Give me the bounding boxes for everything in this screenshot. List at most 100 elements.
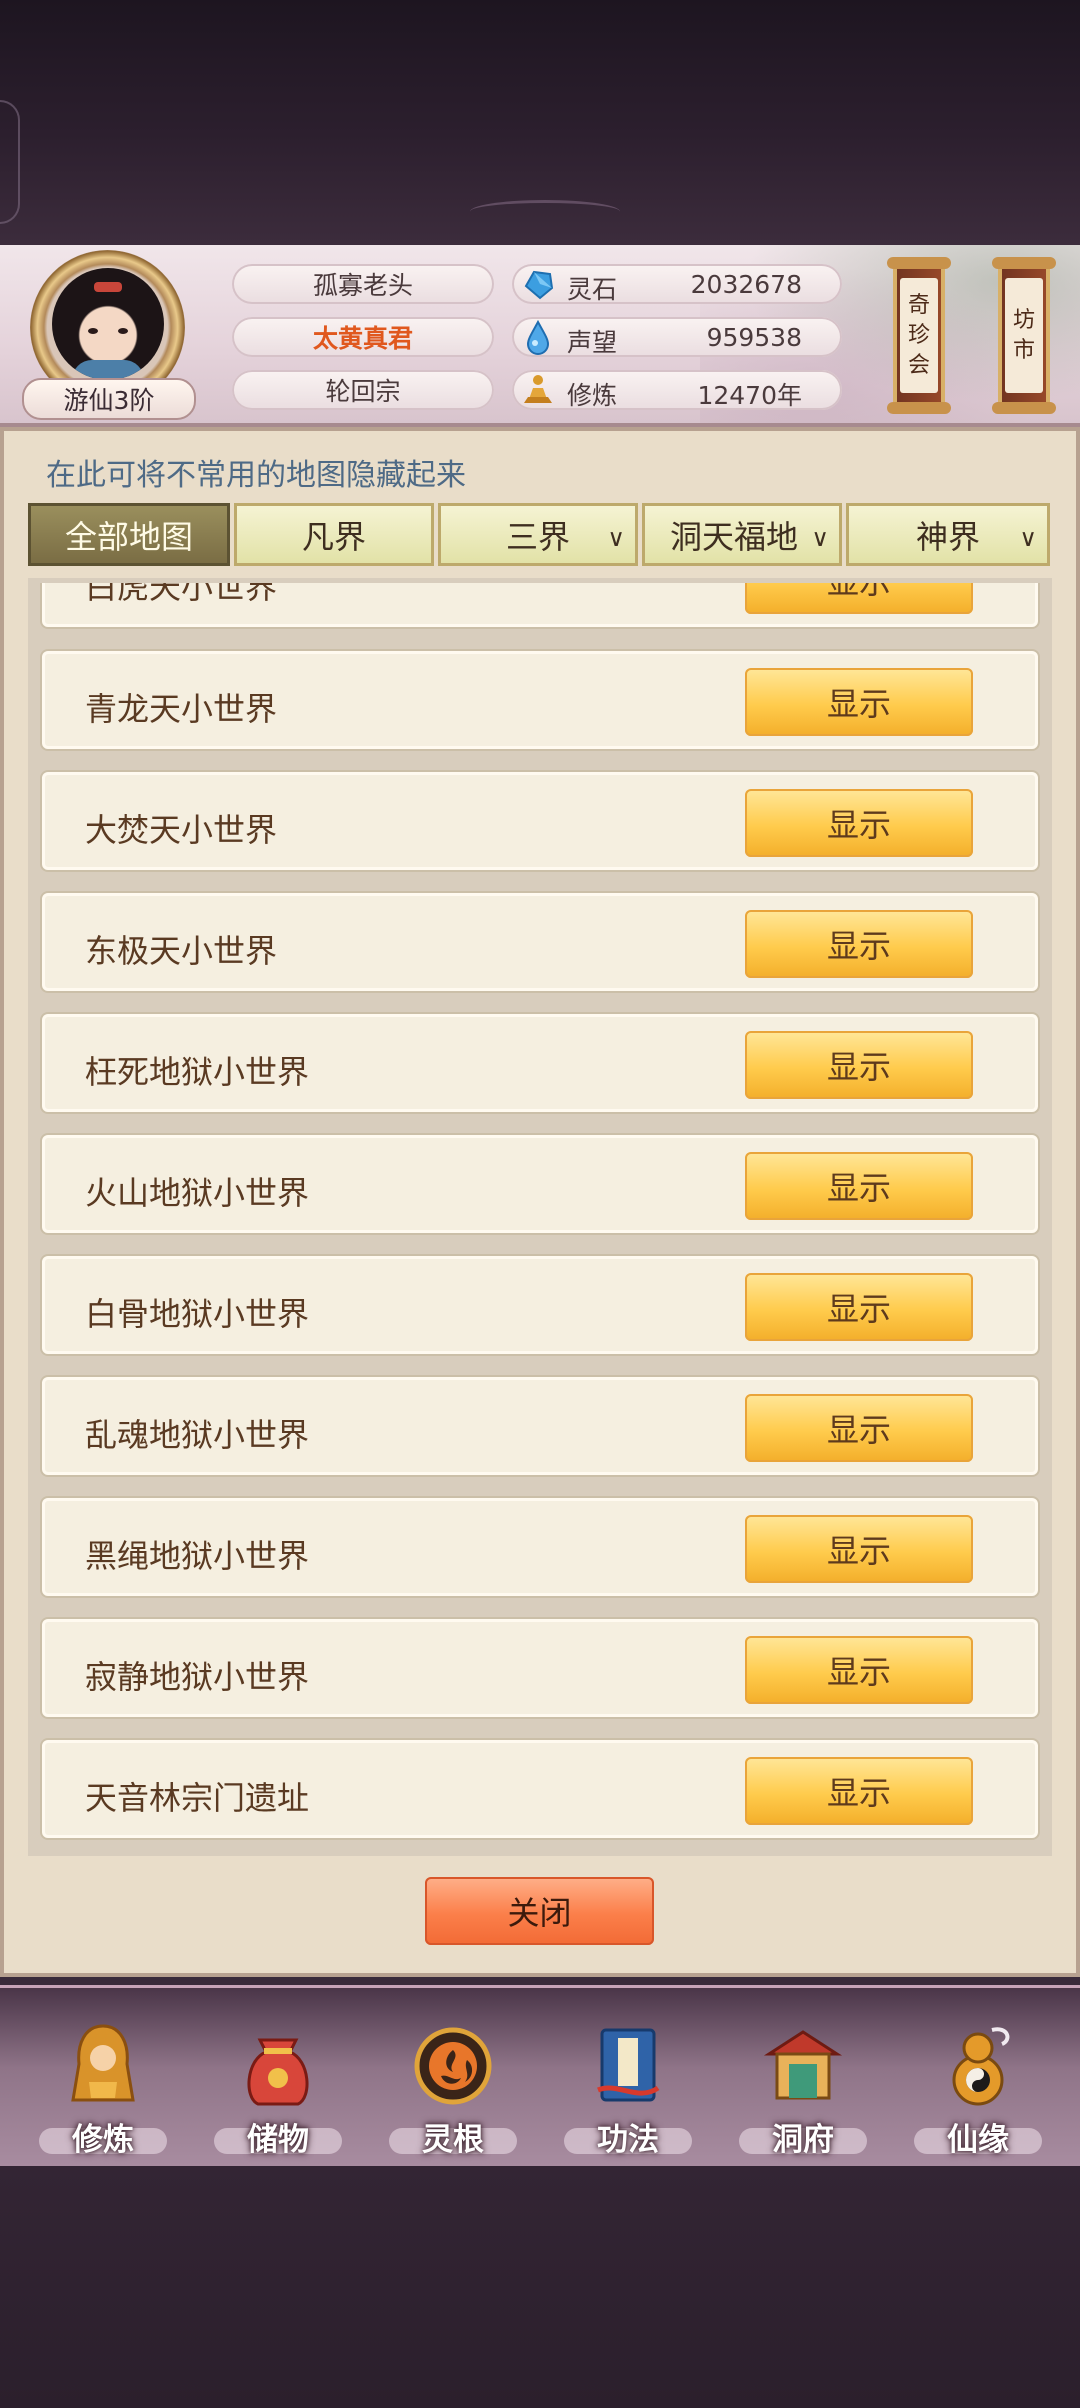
map-name: 青龙天小世界: [85, 690, 278, 728]
nav-label: 储物: [247, 2122, 309, 2158]
scroll-cap: [887, 257, 951, 269]
map-name: 乱魂地狱小世界: [85, 1416, 310, 1454]
list-item: 白虎天小世界 显示: [42, 583, 1038, 627]
meditation-icon: [524, 375, 552, 403]
avatar[interactable]: [52, 268, 164, 380]
nav-label: 仙缘: [947, 2122, 1009, 2158]
show-button[interactable]: 显示: [745, 1394, 973, 1462]
rank-badge: 游仙3阶: [22, 378, 196, 420]
chevron-down-icon: ∨: [1019, 524, 1037, 552]
stat-label: 灵石: [567, 275, 618, 304]
shop-char: 会: [907, 352, 930, 378]
list-item: 火山地狱小世界 显示: [42, 1135, 1038, 1233]
tab-label: 凡界: [301, 517, 366, 556]
list-item: 枉死地狱小世界 显示: [42, 1014, 1038, 1112]
tab-mortal-realm[interactable]: 凡界: [234, 503, 434, 566]
list-item: 大焚天小世界 显示: [42, 772, 1038, 870]
show-button[interactable]: 显示: [745, 1152, 973, 1220]
map-name: 白虎天小世界: [85, 583, 278, 606]
list-item: 天音林宗门遗址 显示: [42, 1740, 1038, 1838]
cave-dwelling-icon: [763, 2030, 843, 2100]
scroll-cap: [887, 402, 951, 414]
list-item: 黑绳地狱小世界 显示: [42, 1498, 1038, 1596]
decorative-swirl: [470, 200, 620, 223]
tab-label: 三界: [505, 517, 570, 556]
scroll-cap: [992, 257, 1056, 269]
map-name: 枉死地狱小世界: [85, 1053, 310, 1091]
shop-char: 奇: [907, 292, 930, 318]
tab-blessed-lands[interactable]: 洞天福地 ∨: [642, 503, 842, 566]
scroll-cap: [992, 402, 1056, 414]
nav-label: 功法: [597, 2122, 659, 2158]
stat-cultivation: 修炼 12470年: [512, 370, 842, 410]
chevron-down-icon: ∨: [607, 524, 625, 552]
tab-divine-realm[interactable]: 神界 ∨: [846, 503, 1050, 566]
immortal-fate-icon: [952, 2027, 1010, 2106]
map-name: 火山地狱小世界: [85, 1174, 310, 1212]
storage-bag-icon: [247, 2038, 309, 2106]
stat-prestige: 声望 959538: [512, 317, 842, 357]
spirit-stone-icon: [524, 270, 554, 300]
shop-char: 珍: [907, 322, 930, 348]
show-button[interactable]: 显示: [745, 1273, 973, 1341]
tab-label: 神界: [915, 517, 980, 556]
treasure-shop-label: 奇 珍 会: [900, 278, 938, 393]
avatar-eye: [118, 328, 128, 334]
tab-three-realms[interactable]: 三界 ∨: [438, 503, 638, 566]
player-title: 太黄真君: [232, 317, 494, 357]
list-item: 青龙天小世界 显示: [42, 651, 1038, 749]
map-filter-tabs: 全部地图 凡界 三界 ∨ 洞天福地 ∨ 神界 ∨: [28, 503, 1052, 566]
shop-char: 市: [1012, 337, 1035, 363]
player-name: 孤寡老头: [232, 264, 494, 304]
nav-immortal-fate[interactable]: 仙缘: [914, 2020, 1042, 2160]
stat-label: 修炼: [567, 381, 618, 410]
show-button[interactable]: 显示: [745, 1515, 973, 1583]
show-button[interactable]: 显示: [745, 1636, 973, 1704]
nav-technique[interactable]: 功法: [564, 2020, 692, 2160]
top-backdrop: [0, 0, 1080, 245]
close-button[interactable]: 关闭: [425, 1877, 654, 1945]
show-button[interactable]: 显示: [745, 668, 973, 736]
nav-cave-dwelling[interactable]: 洞府: [739, 2020, 867, 2160]
list-item: 寂静地狱小世界 显示: [42, 1619, 1038, 1717]
map-name: 天音林宗门遗址: [85, 1779, 310, 1817]
show-button[interactable]: 显示: [745, 1757, 973, 1825]
nav-label: 修炼: [72, 2122, 134, 2158]
avatar-robe: [72, 360, 144, 380]
nav-label: 洞府: [772, 2122, 834, 2158]
nav-cultivate[interactable]: 修炼: [39, 2020, 167, 2160]
map-name: 大焚天小世界: [85, 811, 278, 849]
panel-hint: 在此可将不常用的地图隐藏起来: [46, 458, 466, 493]
map-name: 黑绳地狱小世界: [85, 1537, 310, 1575]
treasure-shop-button[interactable]: 奇 珍 会: [887, 257, 951, 414]
show-button[interactable]: 显示: [745, 1031, 973, 1099]
show-button[interactable]: 显示: [745, 910, 973, 978]
market-button[interactable]: 坊 市: [992, 257, 1056, 414]
nav-storage[interactable]: 储物: [214, 2020, 342, 2160]
hair-crown: [94, 282, 122, 292]
market-label: 坊 市: [1005, 278, 1043, 393]
map-name: 白骨地狱小世界: [85, 1295, 310, 1333]
avatar-eye: [88, 328, 98, 334]
show-button[interactable]: 显示: [745, 789, 973, 857]
map-list[interactable]: 白虎天小世界 显示 青龙天小世界 显示 大焚天小世界 显示 东极天小世界 显示 …: [36, 583, 1044, 1848]
technique-book-icon: [597, 2028, 660, 2102]
prestige-drop-icon: [526, 319, 550, 355]
stat-value: 2032678: [690, 270, 802, 299]
list-item: 东极天小世界 显示: [42, 893, 1038, 991]
side-handle[interactable]: [0, 100, 20, 224]
tab-all-maps[interactable]: 全部地图: [28, 503, 230, 566]
stat-label: 声望: [567, 328, 618, 357]
stat-value: 959538: [706, 323, 802, 352]
map-name: 寂静地狱小世界: [85, 1658, 310, 1696]
show-button[interactable]: 显示: [745, 583, 973, 614]
list-item: 白骨地狱小世界 显示: [42, 1256, 1038, 1354]
stat-value: 12470年: [697, 381, 802, 410]
cultivate-icon: [71, 2024, 135, 2102]
nav-label: 灵根: [422, 2122, 484, 2158]
map-name: 东极天小世界: [85, 932, 278, 970]
chevron-down-icon: ∨: [811, 524, 829, 552]
nav-spirit-root[interactable]: 灵根: [389, 2020, 517, 2160]
list-item: 乱魂地狱小世界 显示: [42, 1377, 1038, 1475]
stat-spirit-stone: 灵石 2032678: [512, 264, 842, 304]
